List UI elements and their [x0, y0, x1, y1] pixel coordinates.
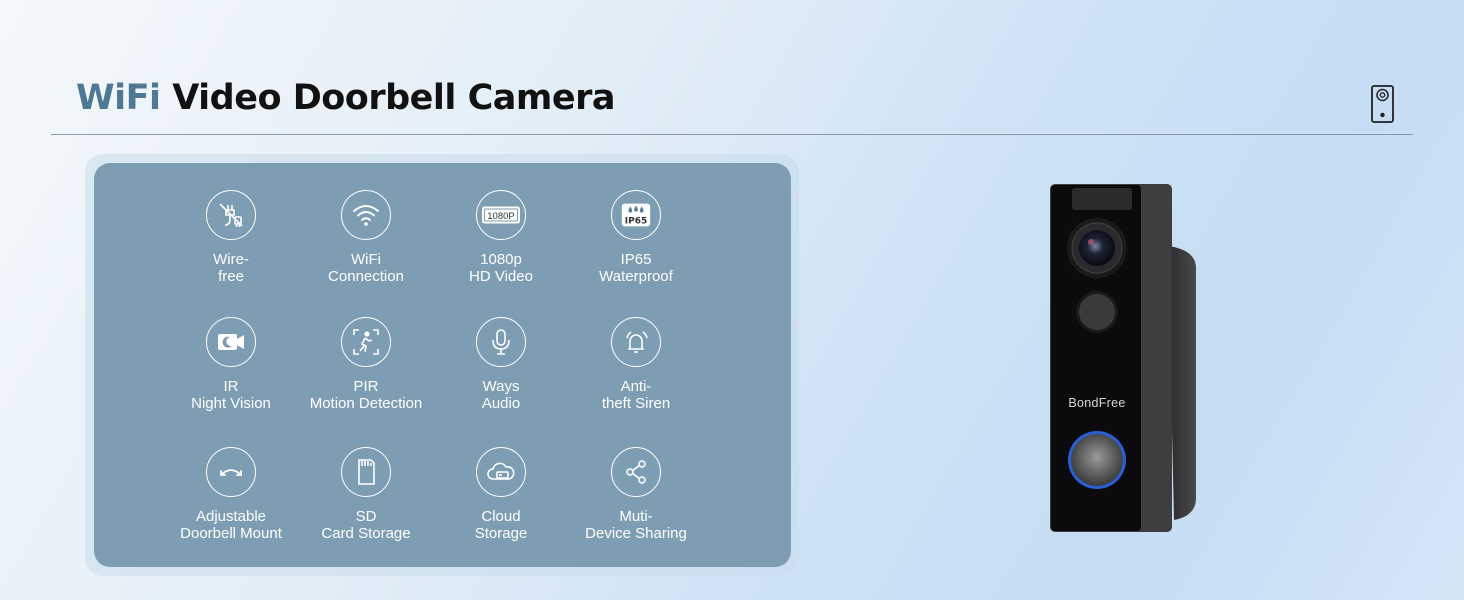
feature-label: Anti- — [620, 378, 652, 395]
title-rest: Video Doorbell Camera — [160, 78, 615, 118]
page-title: WiFi Video Doorbell Camera — [76, 78, 615, 118]
1080p-icon: 1080P — [476, 190, 526, 240]
feature-label: Muti- — [619, 508, 653, 525]
feature-label: Waterproof — [599, 268, 673, 285]
feature-ip65: IP65 IP65 Waterproof — [556, 190, 716, 285]
rotate-arrows-icon — [206, 447, 256, 497]
share-icon — [611, 447, 661, 497]
wifi-icon — [341, 190, 391, 240]
feature-label: theft Siren — [601, 395, 671, 412]
feature-label: IP65 — [620, 251, 652, 268]
waterproof-icon: IP65 — [611, 190, 661, 240]
resolution-badge-text: 1080P — [487, 211, 514, 222]
header-divider — [51, 134, 1413, 135]
ip-rating-text: IP65 — [625, 217, 647, 227]
feature-label: Device Sharing — [585, 525, 687, 542]
feature-multi-device-sharing: Muti- Device Sharing — [556, 447, 716, 542]
doorbell-product-image — [1050, 184, 1196, 532]
motion-detection-icon — [341, 317, 391, 367]
siren-bell-icon — [611, 317, 661, 367]
product-brand-logo: BondFree — [1068, 396, 1126, 410]
night-vision-icon — [206, 317, 256, 367]
cloud-icon — [476, 447, 526, 497]
microphone-icon — [476, 317, 526, 367]
doorbell-outline-icon — [1371, 85, 1394, 123]
sd-card-icon — [341, 447, 391, 497]
wire-free-icon — [206, 190, 256, 240]
feature-siren: Anti-theft Siren — [556, 317, 716, 412]
title-accent: WiFi — [76, 78, 161, 118]
